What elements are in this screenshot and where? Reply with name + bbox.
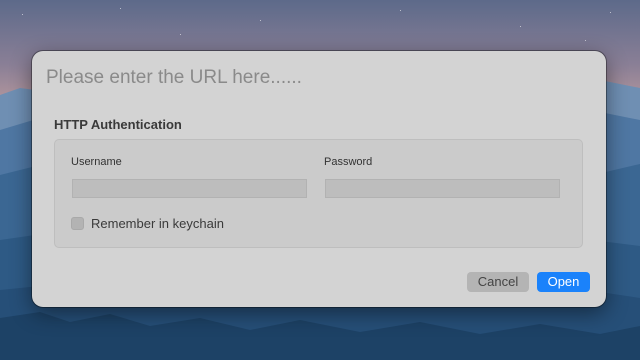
remember-label: Remember in keychain (91, 216, 224, 231)
remember-in-keychain-option[interactable]: Remember in keychain (71, 216, 224, 231)
remember-checkbox[interactable] (71, 217, 84, 230)
username-label: Username (71, 156, 122, 168)
open-button[interactable]: Open (537, 272, 590, 292)
password-label: Password (324, 156, 373, 168)
cancel-button[interactable]: Cancel (467, 272, 529, 292)
url-input[interactable] (46, 65, 566, 91)
password-field[interactable] (325, 179, 560, 198)
http-authentication-panel: Username Password Remember in keychain (54, 139, 583, 248)
username-field[interactable] (72, 179, 307, 198)
url-dialog: HTTP Authentication Username Password Re… (32, 51, 606, 307)
http-authentication-title: HTTP Authentication (54, 117, 182, 132)
